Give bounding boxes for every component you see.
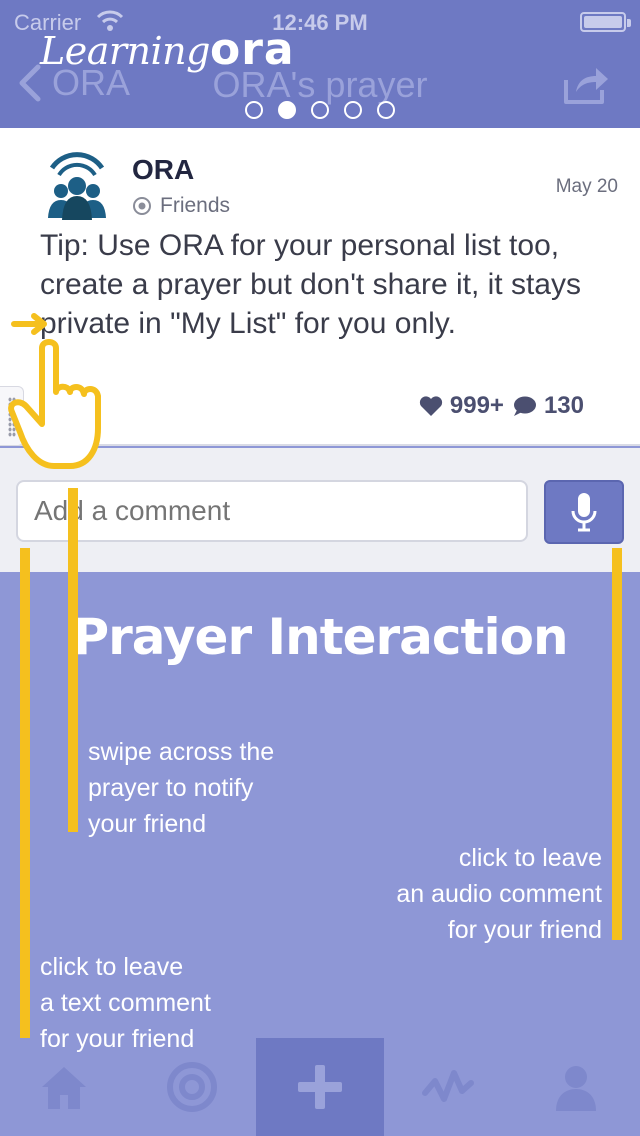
page-dot[interactable]	[344, 101, 362, 119]
post-author: ORA	[132, 154, 195, 185]
tutorial-heading: Prayer Interaction	[72, 608, 568, 666]
post-audience: Friends	[132, 194, 230, 218]
heart-icon[interactable]	[418, 394, 444, 418]
microphone-icon	[571, 493, 597, 532]
nav-title: ORA's prayer	[212, 64, 428, 105]
comment-input[interactable]	[16, 480, 528, 542]
audio-comment-button[interactable]	[544, 480, 624, 544]
tab-activity[interactable]	[384, 1038, 512, 1136]
target-icon	[167, 1062, 217, 1112]
person-icon	[556, 1066, 596, 1111]
home-icon	[42, 1067, 86, 1109]
audience-target-icon	[133, 197, 151, 215]
battery-icon	[580, 12, 631, 32]
page-dot[interactable]	[245, 101, 263, 119]
page-dot[interactable]	[311, 101, 329, 119]
page-indicator[interactable]	[0, 101, 640, 119]
activity-icon	[422, 1070, 474, 1102]
audio-comment-guide-line	[612, 548, 622, 940]
tab-target[interactable]	[128, 1038, 256, 1136]
ora-avatar-icon	[48, 152, 106, 220]
share-icon[interactable]	[562, 62, 610, 106]
audio-comment-hint: click to leave an audio comment for your…	[396, 844, 602, 944]
top-bar: Carrier 12:46 PM Learningora ORA ORA's p…	[0, 0, 640, 128]
text-comment-guide-line	[20, 548, 30, 1038]
post-date: May 20	[555, 176, 618, 197]
tab-profile[interactable]	[512, 1038, 640, 1136]
comment-bubble-icon[interactable]	[512, 394, 538, 418]
plus-icon	[298, 1065, 342, 1109]
comment-count: 130	[543, 392, 584, 419]
swipe-hand-icon	[8, 313, 101, 469]
tab-bar	[0, 1038, 640, 1136]
swipe-hint: swipe across the prayer to notify your f…	[88, 738, 275, 838]
swipe-guide-line	[68, 488, 78, 832]
tab-add[interactable]	[256, 1038, 384, 1136]
like-count: 999+	[449, 392, 504, 419]
tab-home[interactable]	[0, 1038, 128, 1136]
page-dot-active[interactable]	[278, 101, 296, 119]
page-dot[interactable]	[377, 101, 395, 119]
post-text: Tip: Use ORA for your personal list too,…	[40, 229, 581, 340]
post-stats: 999+ 130	[418, 392, 584, 420]
audience-label: Friends	[160, 194, 231, 217]
